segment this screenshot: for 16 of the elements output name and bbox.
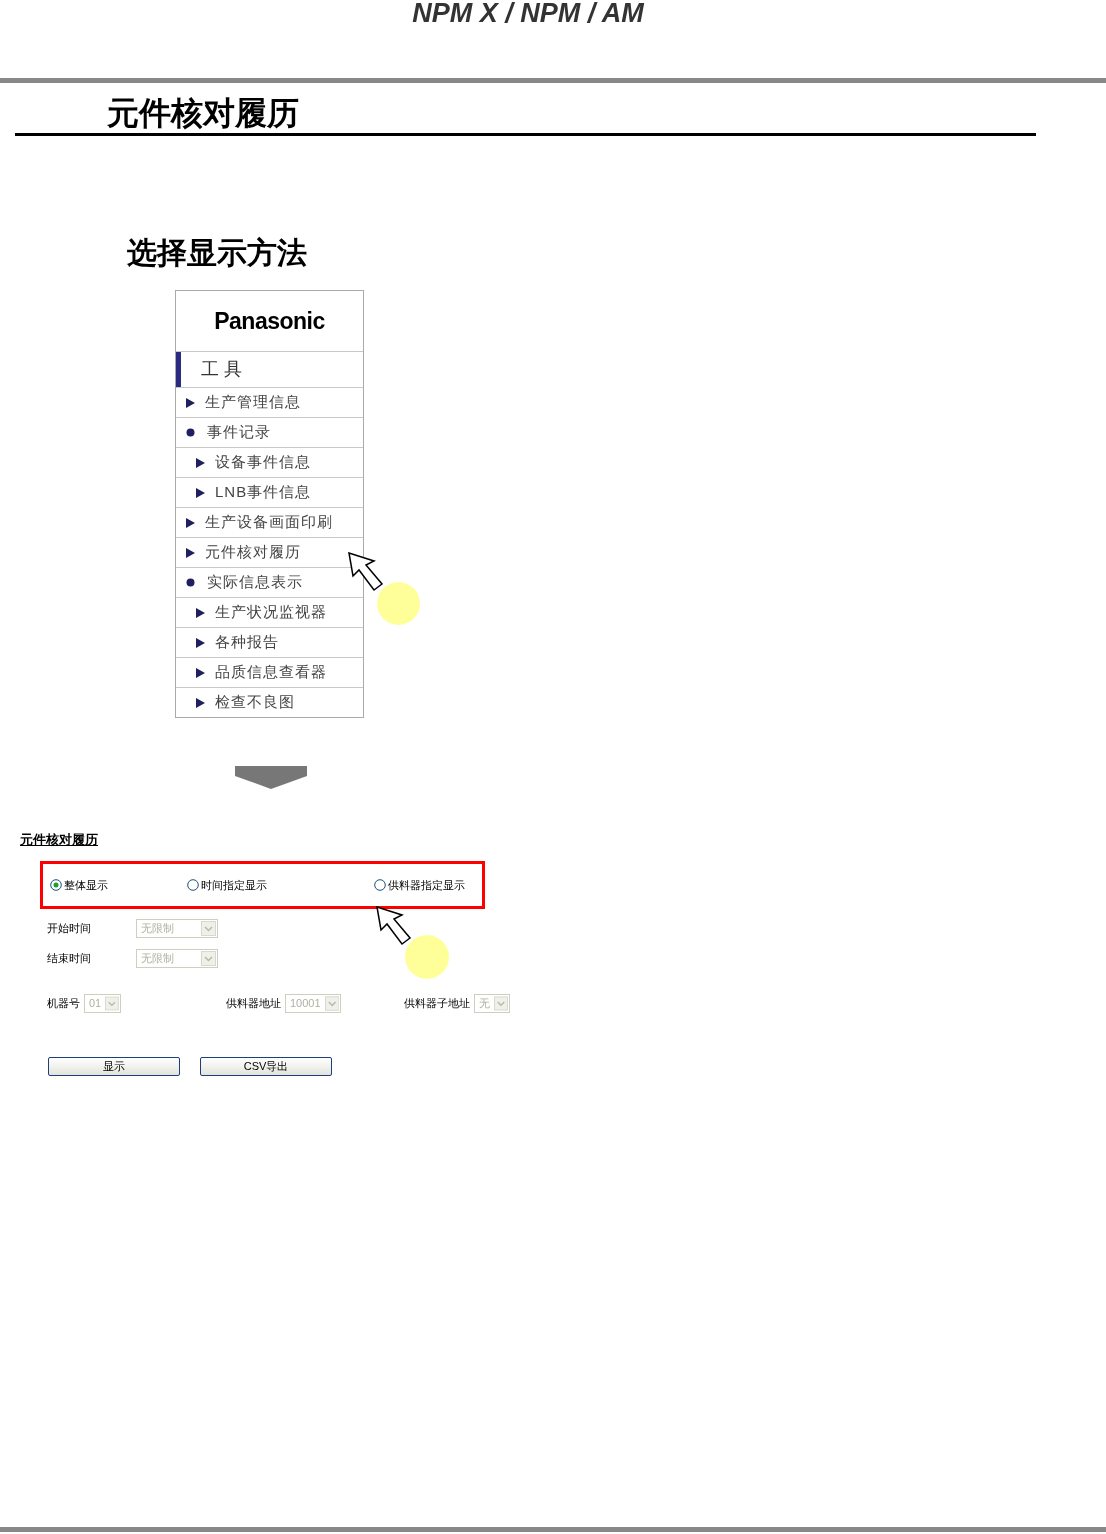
header-title: NPM X / NPM / AM bbox=[412, 0, 644, 26]
radio-option[interactable]: 时间指定显示 bbox=[187, 876, 267, 894]
radio-option[interactable]: 供料器指定显示 bbox=[374, 876, 465, 894]
field-label: 供料器地址 bbox=[226, 996, 281, 1012]
field-label: 开始时间 bbox=[47, 921, 92, 937]
field-label: 供料器子地址 bbox=[404, 996, 470, 1012]
step-title: 选择显示方法 bbox=[127, 234, 307, 271]
form-button[interactable]: 显示 bbox=[48, 1057, 180, 1076]
radio-option[interactable]: 整体显示 bbox=[50, 876, 108, 894]
menu-heading: 工 具 bbox=[201, 358, 242, 381]
field-label: 机器号 bbox=[47, 996, 80, 1012]
form-button[interactable]: CSV导出 bbox=[200, 1057, 332, 1076]
section-title: 元件核对履历 bbox=[107, 94, 299, 133]
field-label: 结束时间 bbox=[47, 951, 92, 967]
form-title: 元件核对履历 bbox=[20, 832, 98, 847]
logo: Panasonic bbox=[214, 306, 325, 336]
